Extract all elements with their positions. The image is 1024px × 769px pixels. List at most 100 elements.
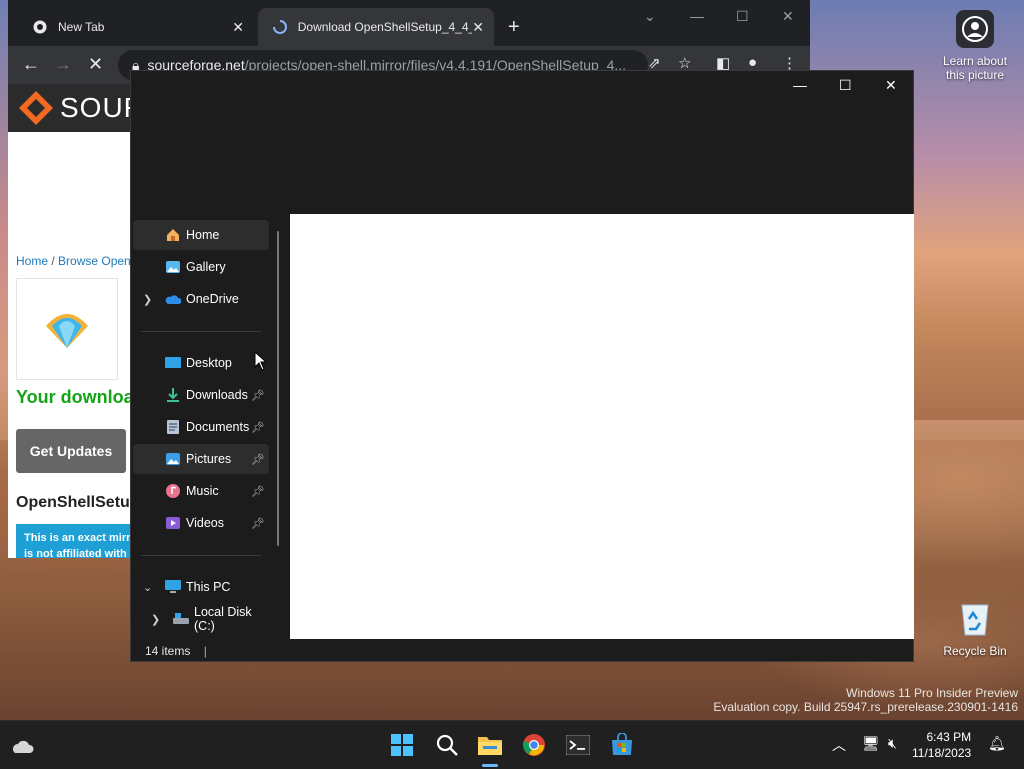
downloads-folder-icon — [165, 387, 181, 403]
home-icon — [165, 227, 181, 243]
nav-divider — [141, 555, 261, 556]
chevron-right-icon[interactable]: ❯ — [143, 293, 152, 306]
profile-icon[interactable]: ● — [748, 54, 757, 71]
nav-item-onedrive[interactable]: ❯ OneDrive — [133, 284, 269, 314]
nav-item-label: Downloads — [186, 388, 248, 402]
this-pc-icon — [165, 579, 181, 595]
item-count: 14 items — [145, 644, 191, 658]
onedrive-icon — [165, 291, 181, 307]
nav-scrollbar[interactable] — [277, 231, 279, 546]
learn-about-picture-shortcut[interactable]: Learn about this picture — [935, 10, 1015, 82]
clock[interactable]: 6:43 PM 11/18/2023 — [912, 729, 971, 761]
pin-icon: 📌︎ — [251, 485, 265, 498]
nav-item-downloads[interactable]: Downloads 📌︎ — [133, 380, 269, 410]
pin-icon: 📌︎ — [251, 517, 265, 530]
project-logo[interactable] — [16, 278, 118, 380]
mouse-cursor-icon — [254, 351, 266, 371]
sourceforge-logo-icon — [19, 91, 53, 125]
nav-item-pictures[interactable]: Pictures 📌︎ — [133, 444, 269, 474]
breadcrumb-home[interactable]: Home — [16, 254, 48, 268]
breadcrumb-separator: / — [48, 254, 59, 268]
search-icon[interactable] — [433, 731, 461, 759]
start-button-icon[interactable] — [388, 731, 416, 759]
tab-sourceforge[interactable]: Download OpenShellSetup_4_4_ ✕ — [258, 8, 494, 46]
nav-item-label: Local Disk (C:) — [194, 605, 252, 633]
recycle-bin-icon — [957, 598, 993, 638]
file-title: OpenShellSetup — [16, 494, 140, 511]
watermark-build: Evaluation copy. Build 25947.rs_prerelea… — [713, 700, 1018, 714]
minimize-icon[interactable]: — — [793, 77, 807, 93]
camera-lens-icon — [956, 10, 994, 48]
nav-item-home[interactable]: Home — [133, 220, 269, 250]
mirror-notice: This is an exact mirr is not affiliated … — [16, 524, 146, 558]
chevron-right-icon[interactable]: ❯ — [151, 613, 160, 626]
loading-icon — [272, 19, 288, 35]
new-tab-button[interactable]: + — [508, 16, 520, 39]
videos-folder-icon — [165, 515, 181, 531]
file-explorer-window: — ☐ ✕ Home Gallery ❯ OneDrive Desktop Do… — [130, 70, 914, 662]
nav-divider — [141, 331, 261, 332]
nav-item-label: Music — [186, 484, 219, 498]
get-updates-button[interactable]: Get Updates — [16, 429, 126, 473]
gallery-icon — [165, 259, 181, 275]
minimize-icon[interactable]: — — [690, 8, 704, 24]
chevron-down-icon[interactable]: ⌄ — [143, 581, 152, 594]
mirror-notice-line: This is an exact mirr — [24, 532, 131, 544]
pin-icon: 📌︎ — [251, 453, 265, 466]
mirror-notice-line: is not affiliated with — [24, 548, 127, 558]
back-icon[interactable]: ← — [22, 54, 40, 75]
nav-item-label: This PC — [186, 580, 231, 594]
nav-item-label: Desktop — [186, 356, 232, 370]
nav-item-this-pc[interactable]: ⌄ This PC — [133, 572, 269, 602]
terminal-taskbar-icon[interactable] — [564, 731, 592, 759]
volume-muted-icon[interactable]: 🔇︎ — [888, 735, 897, 752]
recycle-bin-shortcut[interactable]: Recycle Bin — [940, 598, 1010, 658]
tab-search-icon[interactable]: ⌄ — [644, 8, 656, 25]
chrome-taskbar-icon[interactable] — [520, 731, 548, 759]
nav-item-documents[interactable]: Documents 📌︎ — [133, 412, 269, 442]
weather-widget-icon[interactable] — [8, 731, 36, 759]
nav-item-label: Videos — [186, 516, 224, 530]
tab-new-tab[interactable]: New Tab ✕ — [18, 8, 254, 46]
pin-icon: 📌︎ — [251, 389, 265, 402]
notifications-bell-icon[interactable]: 🔔︎ — [988, 735, 1006, 752]
download-status-text: Your downloa — [16, 387, 134, 407]
navigation-pane: Home Gallery ❯ OneDrive Desktop Download… — [131, 214, 289, 639]
nav-item-desktop[interactable]: Desktop — [133, 348, 269, 378]
network-icon[interactable]: 🖥︎ — [862, 735, 880, 752]
nav-item-videos[interactable]: Videos 📌︎ — [133, 508, 269, 538]
chrome-icon — [32, 19, 48, 35]
close-icon[interactable]: ✕ — [782, 8, 794, 25]
nav-item-local-disk[interactable]: ❯ Local Disk (C:) — [133, 604, 269, 634]
pictures-folder-icon — [165, 451, 181, 467]
status-separator: | — [203, 644, 207, 658]
maximize-icon[interactable]: ☐ — [736, 8, 749, 25]
microsoft-store-taskbar-icon[interactable] — [608, 731, 636, 759]
nav-item-label: Documents — [186, 420, 250, 434]
tab-title: Download OpenShellSetup_4_4_ — [297, 20, 473, 34]
close-tab-icon[interactable]: ✕ — [472, 19, 484, 36]
music-folder-icon — [165, 483, 181, 499]
show-hidden-icons-icon[interactable]: ︿ — [832, 735, 846, 755]
watermark-edition: Windows 11 Pro Insider Preview — [846, 686, 1018, 700]
maximize-icon[interactable]: ☐ — [839, 77, 852, 94]
nav-item-label: OneDrive — [186, 292, 239, 306]
pin-icon: 📌︎ — [251, 421, 265, 434]
drive-icon — [173, 611, 189, 627]
learn-about-label: Learn about this picture — [942, 54, 1008, 82]
documents-folder-icon — [165, 419, 181, 435]
file-list-pane[interactable] — [290, 214, 914, 639]
stop-loading-icon[interactable]: ✕ — [88, 54, 103, 75]
status-bar: 14 items | — [145, 644, 207, 658]
file-explorer-taskbar-icon[interactable] — [476, 731, 504, 759]
taskbar: ︿ 🖥︎ 🔇︎ 6:43 PM 11/18/2023 🔔︎ — [0, 720, 1024, 769]
breadcrumb: Home / Browse Open — [16, 254, 131, 268]
nav-item-gallery[interactable]: Gallery — [133, 252, 269, 282]
nav-item-music[interactable]: Music 📌︎ — [133, 476, 269, 506]
nav-item-label: Gallery — [186, 260, 226, 274]
breadcrumb-browse[interactable]: Browse Open — [58, 254, 131, 268]
clock-date: 11/18/2023 — [912, 746, 972, 760]
forward-icon[interactable]: → — [54, 54, 72, 75]
close-icon[interactable]: ✕ — [885, 77, 897, 94]
close-tab-icon[interactable]: ✕ — [232, 19, 244, 36]
